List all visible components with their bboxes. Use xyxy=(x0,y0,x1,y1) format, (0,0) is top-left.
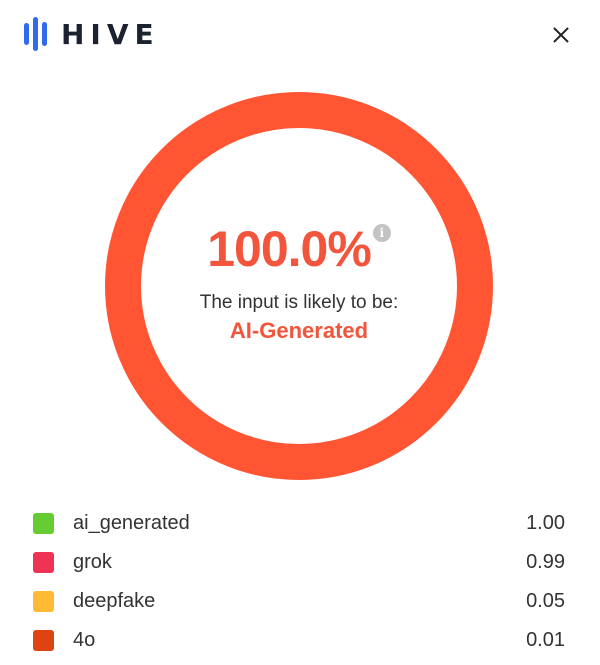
legend-label: 4o xyxy=(73,629,96,651)
legend-swatch xyxy=(33,591,54,612)
legend-row: 4o 0.01 xyxy=(33,621,565,660)
score-percent: 100.0% xyxy=(207,221,372,277)
legend-label: grok xyxy=(73,551,112,573)
legend-row: grok 0.99 xyxy=(33,543,565,582)
header: HIVE xyxy=(24,14,160,54)
legend-value: 0.01 xyxy=(526,629,565,651)
percent-row: 100.0% i xyxy=(207,220,391,278)
verdict-text: AI-Generated xyxy=(229,318,369,343)
legend-row: deepfake 0.05 xyxy=(33,582,565,621)
hive-logo-icon xyxy=(24,17,47,51)
legend-swatch xyxy=(33,630,54,651)
legend-label: deepfake xyxy=(73,590,156,612)
legend-label: ai_generated xyxy=(73,512,190,534)
likely-text: The input is likely to be: xyxy=(199,292,399,313)
legend-swatch xyxy=(33,552,54,573)
result-panel: HIVE 100.0% i The input is likely to be:… xyxy=(0,0,600,665)
score-summary: 100.0% i The input is likely to be: AI-G… xyxy=(105,92,493,480)
legend-value: 0.05 xyxy=(526,590,565,612)
class-legend: ai_generated 1.00 grok 0.99 deepfake 0.0… xyxy=(33,504,565,660)
legend-swatch xyxy=(33,513,54,534)
info-icon[interactable]: i xyxy=(372,224,391,242)
legend-row: ai_generated 1.00 xyxy=(33,504,565,543)
close-icon[interactable] xyxy=(548,22,574,48)
legend-value: 0.99 xyxy=(526,551,565,573)
legend-value: 1.00 xyxy=(526,512,565,534)
logo-text: HIVE xyxy=(61,17,160,51)
